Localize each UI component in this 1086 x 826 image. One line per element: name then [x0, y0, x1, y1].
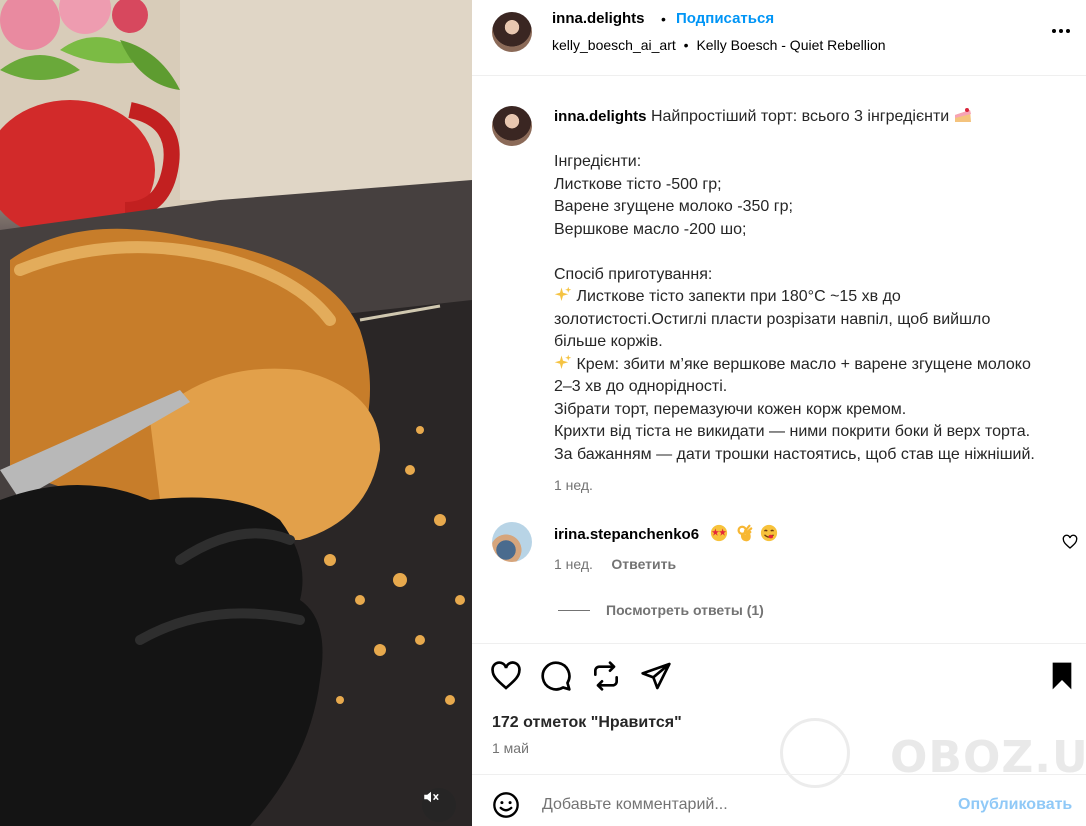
- caption-author-username[interactable]: inna.delights: [554, 108, 647, 125]
- view-replies-button[interactable]: Посмотреть ответы (1): [558, 602, 764, 618]
- comment-emojis: [710, 524, 779, 543]
- caption-line: Вершкове масло -200 шо;: [554, 220, 747, 238]
- comment-timestamp[interactable]: 1 нед.: [554, 556, 593, 572]
- comment-like-heart-icon[interactable]: [1062, 534, 1078, 550]
- more-dot-icon: [1066, 29, 1070, 33]
- cake-icon: [954, 108, 971, 122]
- comments-section: inna.delights Найпростіший торт: всього …: [472, 76, 1086, 644]
- more-dot-icon: [1052, 29, 1056, 33]
- sparkles-icon: [554, 354, 572, 369]
- post-date: 1 май: [492, 740, 529, 756]
- audio-handle-link[interactable]: kelly_boesch_ai_art: [552, 37, 676, 53]
- caption-line: Спосіб приготування:: [554, 265, 713, 283]
- comment-body: irina.stepanchenko6: [554, 524, 778, 544]
- comment-input[interactable]: [542, 793, 942, 817]
- caption-line: Зібрати торт, перемазуючи кожен корж кре…: [554, 400, 907, 418]
- caption-line: 2–3 хв до однорідності.: [554, 378, 728, 395]
- audio-track-link[interactable]: Kelly Boesch - Quiet Rebellion: [696, 37, 885, 53]
- save-bookmark-icon[interactable]: [1046, 660, 1078, 692]
- author-username[interactable]: inna.delights: [552, 10, 645, 27]
- mute-button[interactable]: [422, 788, 456, 822]
- video-frame: [0, 0, 472, 826]
- separator-dot: •: [661, 11, 666, 27]
- caption-author-avatar[interactable]: [492, 106, 532, 146]
- star-struck-icon: [710, 524, 727, 542]
- caption-timestamp[interactable]: 1 нед.: [554, 474, 1080, 497]
- caption-line: За бажанням — дати трошки настоятись, що…: [554, 445, 1035, 463]
- caption-line-text: Крем: збити м’яке вершкове масло + варен…: [576, 355, 1031, 373]
- caption-line: золотистості.Остиглі пласти розрізати на…: [554, 310, 991, 328]
- post-header: inna.delights • Подписаться kelly_boesch…: [472, 0, 1086, 76]
- caption-body: inna.delights Найпростіший торт: всього …: [554, 106, 1080, 497]
- sparkles-icon: [554, 286, 572, 301]
- more-options-button[interactable]: [1048, 20, 1074, 42]
- commenter-avatar[interactable]: [492, 522, 532, 562]
- caption-line: більше коржів.: [554, 333, 663, 350]
- comment-meta: 1 нед. Ответить: [554, 556, 676, 574]
- like-heart-icon[interactable]: [490, 660, 522, 692]
- caption-line-sparkle: Крем: збити м’яке вершкове масло + варен…: [554, 354, 1080, 377]
- post-sidebar: inna.delights • Подписаться kelly_boesch…: [472, 0, 1086, 826]
- caption-title: Найпростіший торт: всього 3 інгредієнти: [650, 108, 950, 125]
- reply-button[interactable]: Ответить: [611, 556, 676, 572]
- emoji-picker-icon[interactable]: [492, 791, 520, 819]
- replies-divider: [558, 609, 590, 611]
- share-send-icon[interactable]: [640, 660, 672, 692]
- more-dot-icon: [1059, 29, 1063, 33]
- caption-line: Варене згущене молоко -350 гр;: [554, 198, 793, 215]
- repost-icon[interactable]: [590, 660, 622, 692]
- audio-separator: •: [683, 37, 689, 53]
- follow-button[interactable]: Подписаться: [676, 10, 774, 27]
- ok-hand-icon: [737, 524, 753, 542]
- commenter-username[interactable]: irina.stepanchenko6: [554, 526, 699, 543]
- caption-line-sparkle: Листкове тісто запекти при 180°C ~15 хв …: [554, 286, 1080, 309]
- comment-bubble-icon[interactable]: [540, 660, 572, 692]
- caption-line-text: Листкове тісто запекти при 180°C ~15 хв …: [576, 288, 901, 305]
- audio-attribution: kelly_boesch_ai_art • Kelly Boesch - Qui…: [552, 37, 886, 53]
- likes-count[interactable]: 172 отметок "Нравится": [492, 714, 682, 732]
- speaker-muted-icon: [424, 791, 439, 803]
- publish-button[interactable]: Опубликовать: [958, 796, 1072, 814]
- add-comment-bar: Опубликовать: [472, 774, 1086, 826]
- caption-line: Інгредієнти:: [554, 153, 642, 170]
- caption-line: Крихти від тіста не викидати — ними покр…: [554, 423, 1031, 440]
- view-replies-label: Посмотреть ответы (1): [606, 602, 764, 618]
- yum-face-icon: [761, 524, 778, 542]
- post-video[interactable]: [0, 0, 472, 826]
- author-avatar[interactable]: [492, 12, 532, 52]
- caption-first-line: inna.delights Найпростіший торт: всього …: [554, 106, 1080, 129]
- caption-line: Листкове тісто -500 гр;: [554, 175, 722, 193]
